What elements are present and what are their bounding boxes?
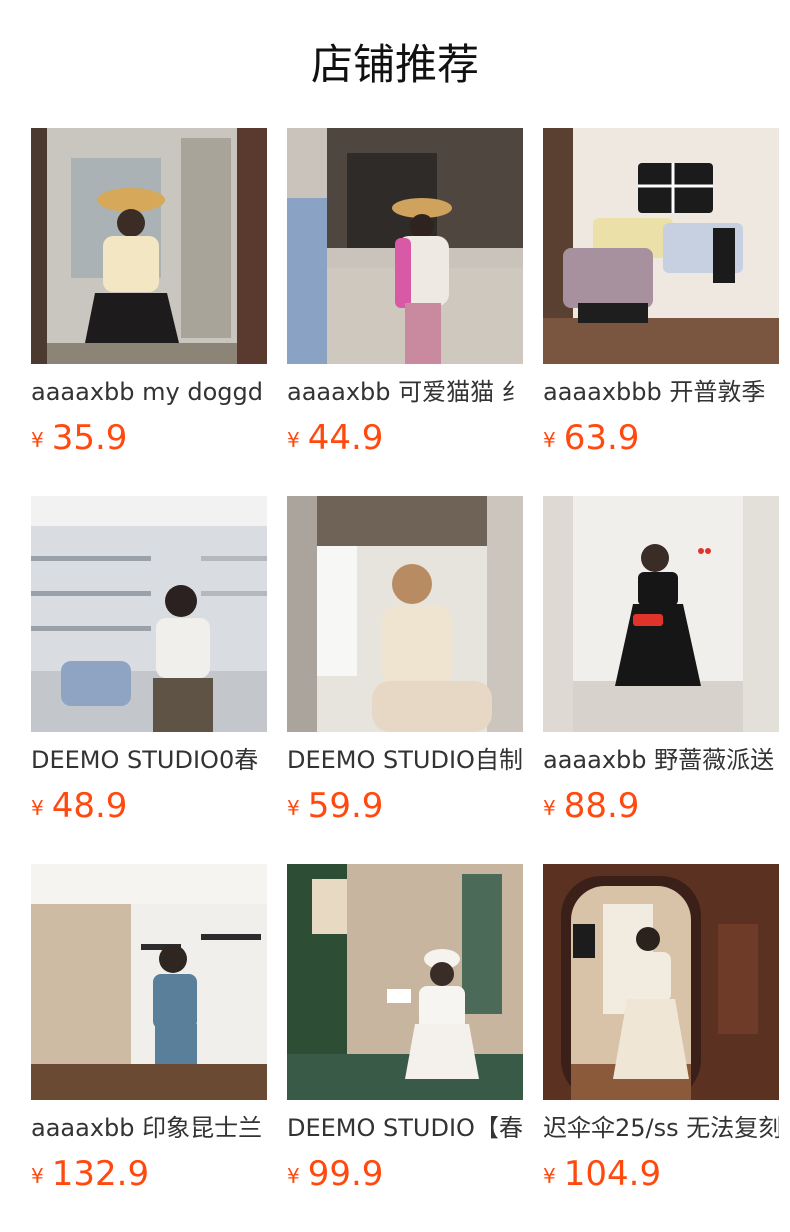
- currency-symbol: ¥: [543, 796, 556, 820]
- product-price: ¥63.9: [543, 416, 639, 466]
- product-price: ¥48.9: [31, 784, 127, 834]
- currency-symbol: ¥: [287, 428, 300, 452]
- product-price: ¥104.9: [543, 1152, 661, 1202]
- product-card[interactable]: aaaaxbbb 开普敦季 ¥63.9: [543, 128, 779, 468]
- price-amount: 104.9: [563, 1154, 662, 1194]
- price-amount: 88.9: [563, 786, 640, 826]
- currency-symbol: ¥: [287, 1164, 300, 1188]
- product-name[interactable]: aaaaxbb my doggd: [31, 376, 267, 408]
- currency-symbol: ¥: [31, 428, 44, 452]
- product-price: ¥44.9: [287, 416, 383, 466]
- product-name[interactable]: aaaaxbb 印象昆士兰: [31, 1112, 267, 1144]
- price-amount: 132.9: [51, 1154, 150, 1194]
- product-card[interactable]: aaaaxbb 野蔷薇派送 ¥88.9: [543, 496, 779, 836]
- currency-symbol: ¥: [543, 428, 556, 452]
- product-image[interactable]: [287, 864, 523, 1100]
- product-name[interactable]: aaaaxbbb 开普敦季: [543, 376, 779, 408]
- product-image[interactable]: [31, 128, 267, 364]
- product-card[interactable]: aaaaxbb my doggd ¥35.9: [31, 128, 267, 468]
- price-amount: 59.9: [307, 786, 384, 826]
- price-amount: 35.9: [51, 418, 128, 458]
- product-image[interactable]: [31, 496, 267, 732]
- product-image[interactable]: [543, 864, 779, 1100]
- page-title: 店铺推荐: [310, 40, 479, 89]
- product-name[interactable]: DEEMO STUDIO【春: [287, 1112, 523, 1144]
- product-card[interactable]: DEEMO STUDIO【春 ¥99.9: [287, 864, 523, 1204]
- product-card[interactable]: aaaaxbb 印象昆士兰 ¥132.9: [31, 864, 267, 1204]
- product-image[interactable]: [543, 128, 779, 364]
- product-card[interactable]: 迟伞伞25/ss 无法复刻 ¥104.9: [543, 864, 779, 1204]
- product-image[interactable]: [543, 496, 779, 732]
- product-price: ¥88.9: [543, 784, 639, 834]
- product-card[interactable]: DEEMO STUDIO自制 ¥59.9: [287, 496, 523, 836]
- currency-symbol: ¥: [31, 796, 44, 820]
- product-image[interactable]: [287, 496, 523, 732]
- currency-symbol: ¥: [543, 1164, 556, 1188]
- price-amount: 44.9: [307, 418, 384, 458]
- product-image[interactable]: [287, 128, 523, 364]
- product-price: ¥132.9: [31, 1152, 149, 1202]
- product-image[interactable]: [31, 864, 267, 1100]
- product-name[interactable]: aaaaxbb 野蔷薇派送: [543, 744, 779, 776]
- currency-symbol: ¥: [287, 796, 300, 820]
- product-name[interactable]: DEEMO STUDIO自制: [287, 744, 523, 776]
- price-amount: 63.9: [563, 418, 640, 458]
- currency-symbol: ¥: [31, 1164, 44, 1188]
- product-price: ¥59.9: [287, 784, 383, 834]
- product-name[interactable]: 迟伞伞25/ss 无法复刻: [543, 1112, 779, 1144]
- price-amount: 99.9: [307, 1154, 384, 1194]
- product-card[interactable]: aaaaxbb 可爱猫猫 纟 ¥44.9: [287, 128, 523, 468]
- product-name[interactable]: aaaaxbb 可爱猫猫 纟: [287, 376, 523, 408]
- product-card[interactable]: DEEMO STUDIO0春 ¥48.9: [31, 496, 267, 836]
- product-price: ¥35.9: [31, 416, 127, 466]
- product-name[interactable]: DEEMO STUDIO0春: [31, 744, 267, 776]
- price-amount: 48.9: [51, 786, 128, 826]
- product-price: ¥99.9: [287, 1152, 383, 1202]
